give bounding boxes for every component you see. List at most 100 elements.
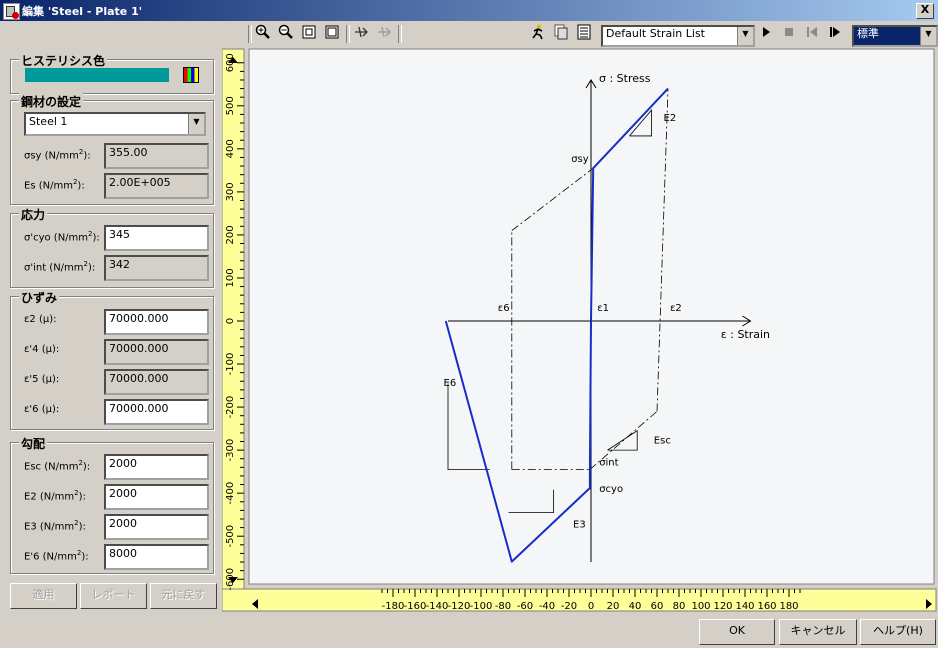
style-select-value: 標準 bbox=[857, 27, 879, 40]
group-title: 勾配 bbox=[19, 435, 48, 452]
x-ruler-label: 140 bbox=[735, 601, 754, 612]
annotation-label: ε6 bbox=[498, 303, 510, 314]
play-icon[interactable] bbox=[756, 24, 776, 44]
apply-button[interactable]: 適用 bbox=[10, 583, 77, 609]
group-title: 応力 bbox=[19, 206, 48, 223]
x-ruler-label: 20 bbox=[607, 601, 620, 612]
annotation-label: σint bbox=[599, 457, 618, 468]
x-ruler-label: -60 bbox=[517, 601, 533, 612]
e6-strain-label: ε'6 (μ): bbox=[24, 404, 60, 415]
help-button[interactable]: ヘルプ(H) bbox=[860, 619, 936, 645]
sigma-int-field: 342 bbox=[104, 255, 209, 281]
properties-panel: ヒステリシス色 鋼材の設定 Steel 1 ▼ σsy (N/mm2): 355… bbox=[0, 47, 222, 613]
x-ruler-label: -40 bbox=[539, 601, 555, 612]
hysteresis-color-group: ヒステリシス色 bbox=[10, 52, 214, 94]
e3-slope-input[interactable]: 2000 bbox=[104, 514, 209, 540]
report-button[interactable]: レポート bbox=[80, 583, 147, 609]
style-select[interactable]: 標準 ▼ bbox=[852, 25, 938, 47]
chevron-down-icon: ▼ bbox=[737, 27, 753, 45]
title-bar: 編集 'Steel - Plate 1' X bbox=[0, 0, 938, 21]
x-axis-title: ε : Strain bbox=[721, 328, 770, 341]
e2-slope-input[interactable]: 2000 bbox=[104, 484, 209, 510]
y-ruler-label: 0 bbox=[225, 318, 236, 324]
x-ruler bbox=[221, 588, 937, 612]
annotation-label: E2 bbox=[664, 113, 677, 124]
y-ruler-label: 100 bbox=[225, 268, 236, 287]
material-group: 鋼材の設定 Steel 1 ▼ σsy (N/mm2): 355.00 Es (… bbox=[10, 93, 214, 205]
window-title: 編集 'Steel - Plate 1' bbox=[22, 5, 143, 18]
annotation-label: E6 bbox=[444, 378, 457, 389]
e2-slope-label: E2 (N/mm2): bbox=[24, 489, 86, 503]
annotation-label: Esc bbox=[654, 436, 671, 447]
copy-icon[interactable] bbox=[551, 24, 571, 44]
x-ruler-label: -140 bbox=[426, 601, 449, 612]
x-ruler-label: -100 bbox=[470, 601, 493, 612]
e4-strain-field: 70000.000 bbox=[104, 339, 209, 365]
x-ruler-label: 160 bbox=[757, 601, 776, 612]
chart-svg[interactable]: 6005004003002001000-100-200-300-400-500-… bbox=[221, 47, 938, 613]
chevron-down-icon: ▼ bbox=[188, 114, 204, 134]
list-icon[interactable] bbox=[574, 24, 594, 44]
x-ruler-label: 120 bbox=[713, 601, 732, 612]
close-button[interactable]: X bbox=[916, 3, 934, 19]
y-ruler-label: 400 bbox=[225, 139, 236, 158]
x-ruler-label: -180 bbox=[382, 601, 405, 612]
hysteresis-color-swatch[interactable] bbox=[25, 68, 169, 82]
zoom-out-icon[interactable] bbox=[276, 24, 296, 44]
stress-strain-graph[interactable]: 6005004003002001000-100-200-300-400-500-… bbox=[221, 47, 938, 613]
e6-slope-label: E'6 (N/mm2): bbox=[24, 549, 89, 563]
material-select-value: Steel 1 bbox=[29, 115, 68, 128]
x-ruler-label: -20 bbox=[561, 601, 577, 612]
y-ruler-label: -200 bbox=[225, 396, 236, 419]
x-ruler-label: -120 bbox=[448, 601, 471, 612]
x-ruler-label: 180 bbox=[779, 601, 798, 612]
annotation-label: E3 bbox=[573, 519, 586, 530]
sigma-sy-label: σsy (N/mm2): bbox=[24, 148, 91, 162]
cancel-button[interactable]: キャンセル bbox=[779, 619, 857, 645]
zoom-window-icon[interactable] bbox=[299, 24, 319, 44]
e5-strain-field: 70000.000 bbox=[104, 369, 209, 395]
stress-group: 応力 σ'cyo (N/mm2): 345 σ'int (N/mm2): 342 bbox=[10, 206, 214, 288]
pick-arrow-icon[interactable] bbox=[351, 24, 371, 44]
annotation-label: ε1 bbox=[597, 303, 609, 314]
y-ruler-label: -400 bbox=[225, 482, 236, 505]
ok-button[interactable]: OK bbox=[699, 619, 775, 645]
group-title: 鋼材の設定 bbox=[19, 93, 84, 110]
es-field: 2.00E+005 bbox=[104, 173, 209, 199]
zoom-in-icon[interactable] bbox=[253, 24, 273, 44]
e2-strain-input[interactable]: 70000.000 bbox=[104, 309, 209, 335]
sigma-cyo-input[interactable]: 345 bbox=[104, 225, 209, 251]
runner-icon[interactable] bbox=[528, 24, 548, 44]
chevron-down-icon: ▼ bbox=[920, 27, 936, 45]
material-select[interactable]: Steel 1 ▼ bbox=[24, 112, 206, 136]
annotation-label: σcyo bbox=[599, 484, 623, 495]
step-back-icon bbox=[802, 24, 822, 44]
step-forward-icon[interactable] bbox=[825, 24, 845, 44]
y-ruler-label: -100 bbox=[225, 353, 236, 376]
e6-strain-input[interactable]: 70000.000 bbox=[104, 399, 209, 425]
e6-slope-input[interactable]: 8000 bbox=[104, 544, 209, 570]
pick-arrow-disabled-icon bbox=[374, 24, 394, 44]
esc-input[interactable]: 2000 bbox=[104, 454, 209, 480]
es-label: Es (N/mm2): bbox=[24, 178, 85, 192]
e2-strain-label: ε2 (μ): bbox=[24, 314, 57, 325]
x-ruler-label: 0 bbox=[588, 601, 594, 612]
strain-list-select[interactable]: Default Strain List ▼ bbox=[601, 25, 755, 47]
color-picker-icon[interactable] bbox=[183, 67, 199, 83]
e3-slope-label: E3 (N/mm2): bbox=[24, 519, 86, 533]
group-title: ひずみ bbox=[19, 289, 60, 306]
annotation-label: ε2 bbox=[670, 303, 682, 314]
revert-button[interactable]: 元に戻す bbox=[150, 583, 217, 609]
y-ruler-label: -500 bbox=[225, 525, 236, 548]
x-ruler-label: 40 bbox=[629, 601, 642, 612]
x-ruler-label: 60 bbox=[651, 601, 664, 612]
dialog-button-bar: OK キャンセル ヘルプ(H) bbox=[0, 613, 938, 648]
strain-group: ひずみ ε2 (μ): 70000.000 ε'4 (μ): 70000.000… bbox=[10, 289, 214, 430]
y-axis-title: σ : Stress bbox=[599, 72, 651, 85]
sigma-sy-field: 355.00 bbox=[104, 143, 209, 169]
x-ruler-label: 80 bbox=[673, 601, 686, 612]
y-ruler-label: 300 bbox=[225, 182, 236, 201]
y-ruler-label: 500 bbox=[225, 96, 236, 115]
e4-strain-label: ε'4 (μ): bbox=[24, 344, 60, 355]
zoom-fit-icon[interactable] bbox=[322, 24, 342, 44]
